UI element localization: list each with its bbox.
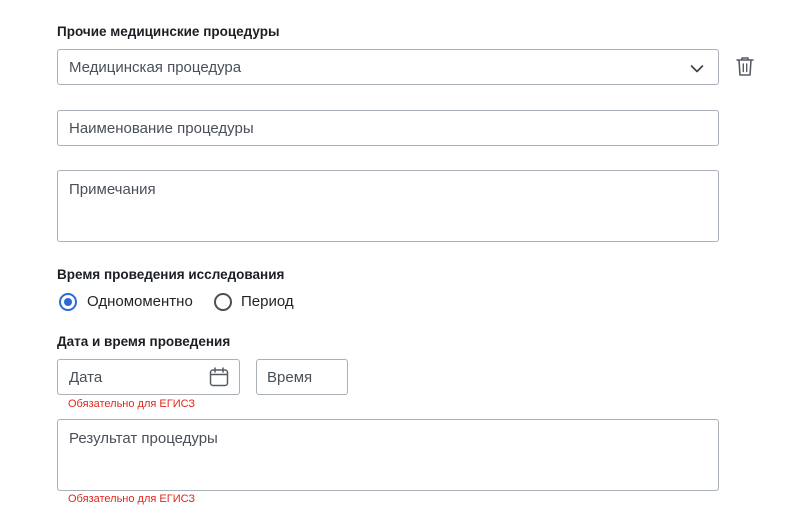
- radio-one-time-label: Одномоментно: [87, 293, 193, 310]
- procedure-select[interactable]: Медицинская процедура: [57, 49, 719, 85]
- calendar-icon[interactable]: [209, 367, 229, 387]
- notes-placeholder: Примечания: [69, 181, 156, 198]
- procedure-name-input[interactable]: Наименование процедуры: [57, 110, 719, 146]
- chevron-down-icon: [690, 61, 704, 73]
- time-placeholder: Время: [267, 369, 313, 386]
- delete-procedure-button[interactable]: [734, 55, 756, 79]
- datetime-section-title: Дата и время проведения: [57, 334, 231, 349]
- date-placeholder: Дата: [69, 369, 103, 386]
- date-error-message: Обязательно для ЕГИСЗ: [68, 398, 196, 410]
- procedures-section-title: Прочие медицинские процедуры: [57, 24, 280, 39]
- result-textarea[interactable]: Результат процедуры: [57, 419, 719, 491]
- notes-textarea[interactable]: Примечания: [57, 170, 719, 242]
- radio-period-label: Период: [241, 293, 294, 310]
- radio-one-time[interactable]: Одномоментно: [57, 290, 207, 314]
- result-placeholder: Результат процедуры: [69, 430, 218, 447]
- radio-period[interactable]: Период: [213, 290, 313, 314]
- trash-icon: [736, 57, 754, 76]
- time-section-title: Время проведения исследования: [57, 267, 285, 282]
- procedure-select-value: Медицинская процедура: [69, 59, 242, 76]
- result-error-message: Обязательно для ЕГИСЗ: [68, 493, 196, 505]
- radio-one-time-indicator: [59, 293, 77, 311]
- time-input[interactable]: Время: [256, 359, 348, 395]
- date-input[interactable]: Дата: [57, 359, 240, 395]
- radio-period-indicator: [214, 293, 232, 311]
- procedure-name-placeholder: Наименование процедуры: [69, 120, 254, 137]
